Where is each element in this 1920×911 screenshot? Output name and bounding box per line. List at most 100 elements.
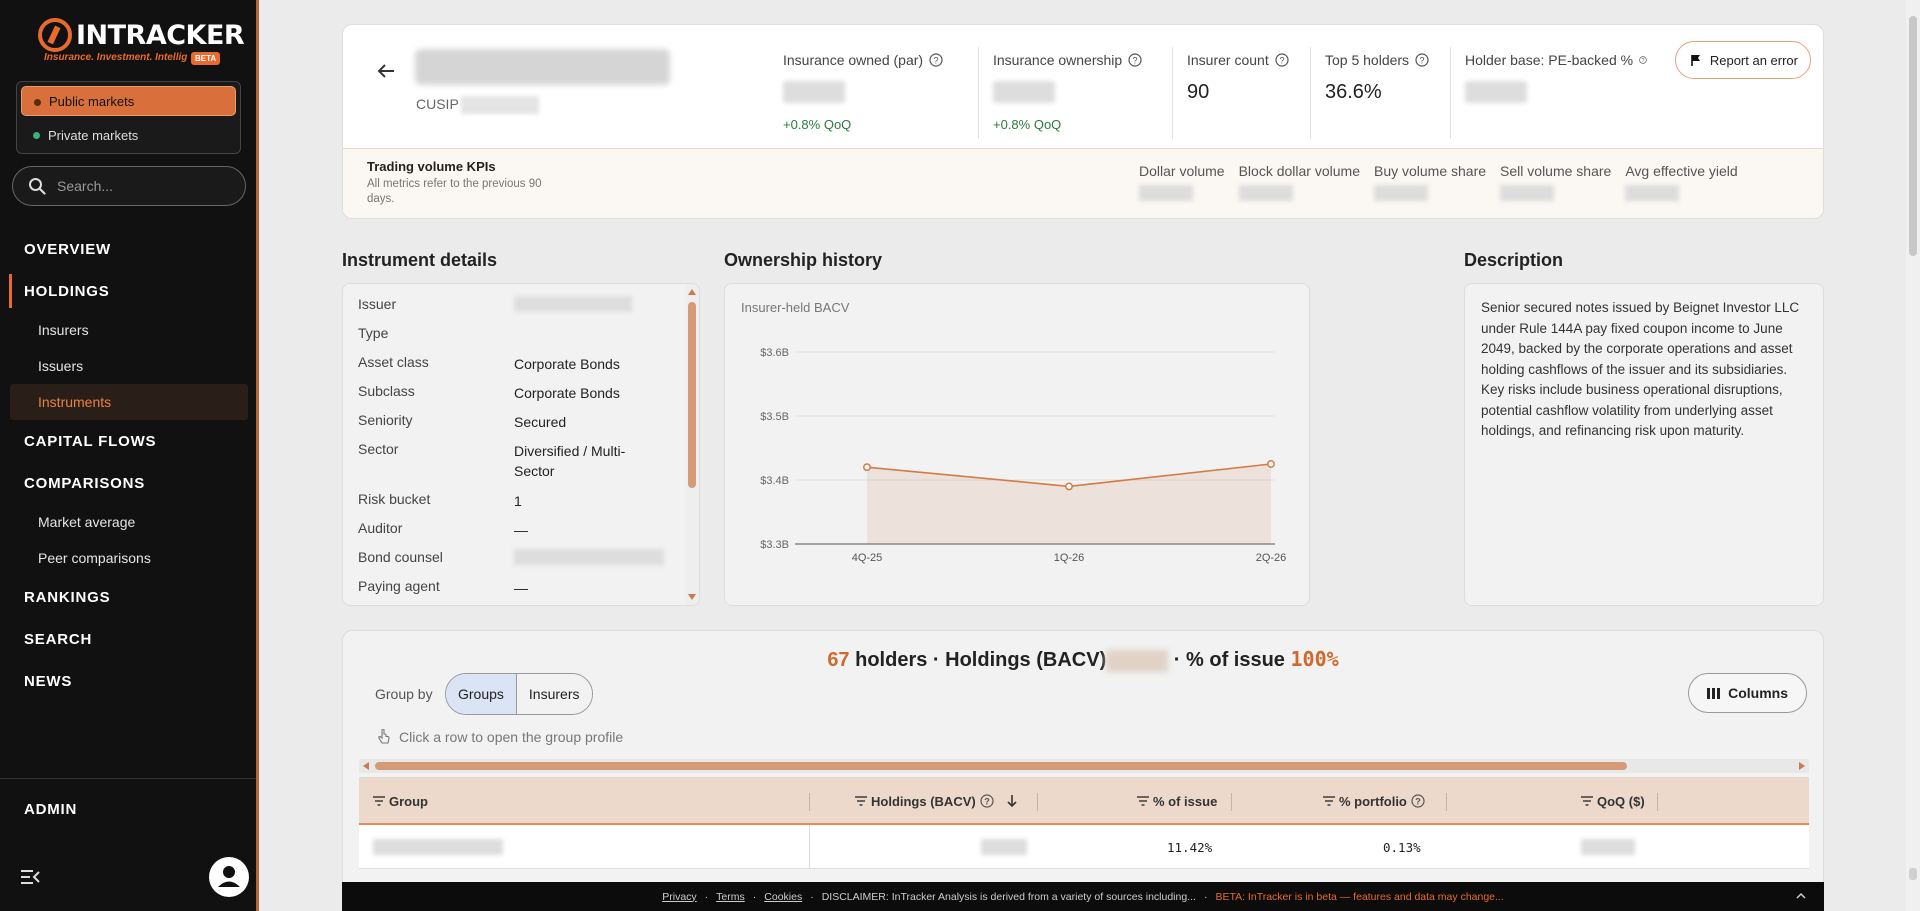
col-holdings[interactable]: Holdings (BACV) ?: [855, 777, 1018, 825]
nav-rankings[interactable]: RANKINGS: [0, 576, 256, 618]
kpi-insurer-count: Insurer count? 90: [1187, 47, 1311, 139]
col-pct-issue[interactable]: % of issue: [1137, 777, 1217, 825]
scroll-thumb[interactable]: [1909, 868, 1917, 880]
pct-issue-value: 100%: [1290, 647, 1339, 671]
collapse-menu-icon[interactable]: [20, 869, 40, 885]
nav-search[interactable]: SEARCH: [0, 618, 256, 660]
svg-text:?: ?: [1420, 56, 1425, 66]
terms-link[interactable]: Terms: [716, 891, 745, 903]
table-horizontal-scrollbar[interactable]: [359, 759, 1809, 773]
nav-news[interactable]: NEWS: [0, 660, 256, 702]
market-private[interactable]: Private markets: [21, 120, 236, 150]
nav-holdings[interactable]: HOLDINGS: [0, 270, 256, 312]
columns-icon: [1707, 687, 1721, 699]
app-name: INTRACKER: [76, 20, 245, 51]
nav-capital-flows[interactable]: CAPITAL FLOWS: [0, 420, 256, 462]
app-logo[interactable]: INTRACKER Insurance. Investment. Intelli…: [38, 18, 245, 72]
detail-label: Issuer: [358, 296, 397, 312]
group-by-groups[interactable]: Groups: [446, 674, 517, 714]
scroll-thumb[interactable]: [375, 762, 1627, 770]
detail-label: Seniority: [358, 412, 413, 428]
nav-market-average[interactable]: Market average: [0, 504, 256, 540]
col-divider[interactable]: [1231, 793, 1232, 811]
trading-metric: Sell volume share: [1500, 163, 1611, 201]
kpi-value-redacted: [1465, 81, 1527, 103]
scroll-down-icon[interactable]: [688, 594, 696, 600]
scroll-right-icon[interactable]: [1799, 762, 1805, 770]
scroll-thumb[interactable]: [688, 302, 696, 488]
detail-value: —: [514, 580, 528, 596]
user-avatar[interactable]: [209, 857, 249, 897]
help-icon[interactable]: ?: [929, 53, 943, 67]
trading-metric-label: Sell volume share: [1500, 163, 1612, 179]
instrument-details-panel: Issuer Type Asset class Corporate Bonds Subc…: [342, 283, 700, 606]
chevron-up-icon[interactable]: [1796, 891, 1806, 901]
help-icon[interactable]: ?: [980, 794, 994, 808]
detail-row: Bond counsel: [343, 549, 699, 578]
detail-row: Auditor —: [343, 520, 699, 549]
detail-value: [514, 325, 654, 354]
scroll-up-icon[interactable]: [688, 289, 696, 295]
cookies-link[interactable]: Cookies: [764, 891, 802, 903]
nav-instruments[interactable]: Instruments: [10, 384, 248, 420]
description-panel: Senior secured notes issued by Beignet I…: [1464, 283, 1824, 606]
x-tick-label: 2Q-26: [1256, 552, 1287, 564]
history-title: Ownership history: [724, 250, 883, 270]
back-arrow-icon[interactable]: [376, 61, 396, 81]
scroll-thumb[interactable]: [1909, 16, 1917, 256]
col-divider[interactable]: [1446, 793, 1447, 811]
search-icon: [29, 178, 46, 195]
flag-icon: [1691, 55, 1700, 66]
scroll-left-icon[interactable]: [363, 762, 369, 770]
kpi-delta: +0.8% QoQ: [783, 117, 852, 132]
columns-button[interactable]: Columns: [1688, 673, 1807, 713]
nav-peer-comparisons[interactable]: Peer comparisons: [0, 540, 256, 576]
kpi-top5-holders: Top 5 holders? 36.6%: [1325, 47, 1451, 139]
help-icon[interactable]: ?: [1415, 53, 1429, 67]
trading-metric-value-redacted: [1500, 185, 1555, 201]
row-divider: [809, 825, 810, 869]
trading-metric: Dollar volume: [1139, 163, 1225, 201]
privacy-link[interactable]: Privacy: [662, 891, 696, 903]
detail-label: Subclass: [358, 383, 415, 399]
report-error-button[interactable]: Report an error: [1674, 41, 1811, 79]
detail-value: Secured: [514, 414, 567, 430]
main-nav: OVERVIEW HOLDINGS Insurers Issuers Instr…: [0, 228, 256, 702]
nav-issuers[interactable]: Issuers: [0, 348, 256, 384]
holder-count: 67: [827, 649, 850, 671]
market-public-label: Public markets: [49, 93, 135, 109]
details-scrollbar[interactable]: [685, 284, 699, 605]
details-title: Instrument details: [342, 250, 498, 270]
detail-value-redacted: [514, 296, 654, 325]
page-scrollbar[interactable]: [1906, 0, 1920, 911]
sort-descending-icon[interactable]: [1006, 794, 1018, 808]
col-divider[interactable]: [1037, 793, 1038, 811]
help-icon[interactable]: ?: [1411, 794, 1425, 808]
table-row[interactable]: 11.42% 0.13%: [359, 825, 1809, 869]
nav-admin[interactable]: ADMIN: [24, 801, 77, 818]
search-input[interactable]: [57, 178, 227, 194]
filter-icon: [855, 796, 867, 806]
col-pct-portfolio[interactable]: % portfolio ?: [1323, 777, 1425, 825]
col-qoq[interactable]: QoQ ($): [1581, 777, 1645, 825]
trading-title: Trading volume KPIs: [367, 159, 496, 174]
ownership-history-panel: Insurer-held BACV $3.3B $3.4B $3.5B $3.6B 4Q…: [724, 283, 1310, 606]
footer-disclaimer[interactable]: DISCLAIMER: InTracker Analysis is derive…: [822, 891, 1196, 903]
filter-icon: [1137, 796, 1149, 806]
col-divider[interactable]: [809, 793, 810, 811]
footer-beta-note[interactable]: BETA: InTracker is in beta — features an…: [1215, 891, 1503, 903]
data-point: [1065, 482, 1073, 491]
ownership-chart: $3.3B $3.4B $3.5B $3.6B 4Q-25 1Q-26 2Q-26: [760, 347, 1287, 564]
nav-insurers[interactable]: Insurers: [0, 312, 256, 348]
group-by-insurers[interactable]: Insurers: [516, 674, 592, 714]
help-icon[interactable]: ?: [1128, 53, 1142, 67]
help-icon[interactable]: ?: [1275, 53, 1289, 67]
y-tick-label: $3.3B: [760, 539, 789, 551]
nav-comparisons[interactable]: COMPARISONS: [0, 462, 256, 504]
col-divider[interactable]: [1657, 793, 1658, 811]
sidebar-search: [12, 166, 246, 206]
col-group[interactable]: Group: [373, 777, 428, 825]
market-public[interactable]: Public markets: [21, 86, 236, 116]
help-icon[interactable]: ?: [1639, 53, 1647, 67]
nav-overview[interactable]: OVERVIEW: [0, 228, 256, 270]
